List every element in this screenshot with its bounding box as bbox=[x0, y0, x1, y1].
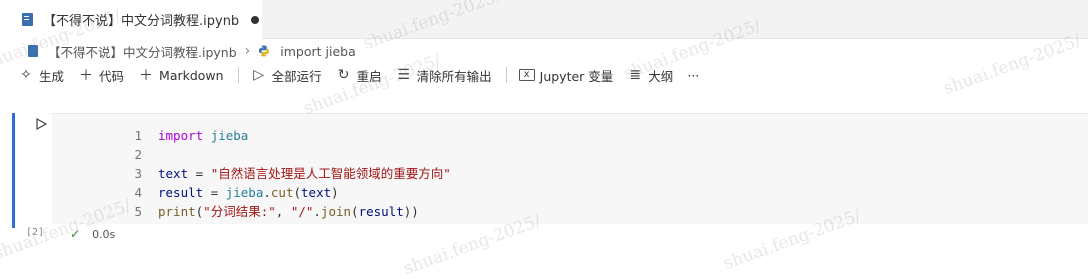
markdown-label: Markdown bbox=[159, 67, 224, 83]
execution-status: ✓ 0.0s bbox=[70, 227, 115, 241]
run-cell-button[interactable] bbox=[34, 117, 48, 131]
code-line[interactable]: 1 import jieba bbox=[102, 126, 451, 145]
execution-count: [2] bbox=[26, 227, 45, 238]
notebook-icon bbox=[28, 45, 38, 57]
tab-bar: 【不得不说】中文分词教程.ipynb bbox=[0, 0, 1088, 39]
code-token: = bbox=[188, 166, 211, 181]
add-markdown-button[interactable]: ＋ Markdown bbox=[138, 67, 224, 85]
code-line[interactable]: 3 text = "自然语言处理是人工智能领域的重要方向" bbox=[102, 164, 451, 183]
code-line[interactable]: 5 print("分词结果:", "/". join(result)) bbox=[102, 202, 451, 221]
more-actions-button[interactable]: ··· bbox=[687, 68, 699, 83]
code-lines[interactable]: 1 import jieba 2 3 text = "自然语言处理是人工智能领域的重要方… bbox=[102, 126, 451, 221]
code-token: text bbox=[301, 185, 332, 200]
generate-label: 生成 bbox=[39, 68, 65, 84]
notebook-toolbar: ✧ 生成 ＋ 代码 ＋ Markdown ▷ 全部运行 ↻ 重启 ☰ 清除所有输… bbox=[0, 63, 713, 87]
add-code-button[interactable]: ＋ 代码 bbox=[78, 66, 124, 85]
code-token: ( bbox=[195, 204, 204, 219]
code-token: jieba bbox=[210, 128, 249, 143]
check-icon: ✓ bbox=[70, 227, 81, 241]
code-token: = bbox=[203, 185, 226, 200]
cell-editor[interactable]: 1 import jieba 2 3 text = "自然语言处理是人工智能领域的重要方… bbox=[52, 113, 1088, 224]
code-token: join bbox=[320, 204, 352, 219]
clear-all-icon: ☰ bbox=[397, 67, 410, 83]
line-number: 1 bbox=[134, 128, 142, 143]
run-all-label: 全部运行 bbox=[271, 68, 322, 84]
code-token: )) bbox=[403, 204, 419, 219]
variables-icon: x bbox=[518, 69, 535, 81]
code-token: . bbox=[263, 185, 271, 200]
chevron-right-icon: › bbox=[244, 43, 251, 59]
outline-button[interactable]: ≣ 大纲 bbox=[627, 66, 673, 85]
code-token: ) bbox=[331, 185, 339, 200]
breadcrumb-cell[interactable]: import jieba bbox=[280, 44, 355, 59]
sparkle-icon: ✧ bbox=[20, 67, 32, 83]
line-number: 2 bbox=[134, 147, 142, 162]
code-token: text bbox=[158, 166, 189, 181]
execution-duration: 0.0s bbox=[92, 227, 116, 241]
python-icon bbox=[259, 45, 270, 57]
run-all-icon: ▷ bbox=[253, 67, 264, 83]
code-token: , bbox=[275, 204, 291, 219]
code-token: import bbox=[158, 128, 204, 143]
code-token: result bbox=[158, 185, 204, 200]
outline-label: 大纲 bbox=[648, 68, 674, 84]
watermark-text: shuai.feng-2025/ bbox=[940, 30, 1084, 100]
code-token: "/" bbox=[290, 204, 314, 219]
plus-icon: ＋ bbox=[139, 68, 154, 84]
code-line[interactable]: 4 result = jieba. cut(text) bbox=[102, 183, 451, 202]
list-icon: ≣ bbox=[629, 67, 642, 83]
tab-title: 【不得不说】中文分词教程.ipynb bbox=[43, 14, 240, 29]
more-icon: ··· bbox=[687, 67, 700, 83]
play-icon bbox=[35, 118, 47, 130]
code-token: jieba bbox=[225, 185, 264, 200]
variables-button[interactable]: x Jupyter 变量 bbox=[518, 66, 614, 85]
code-line[interactable]: 2 bbox=[102, 145, 451, 164]
code-token: result bbox=[358, 204, 404, 219]
restart-icon: ↻ bbox=[337, 67, 350, 83]
plus-icon: ＋ bbox=[79, 68, 94, 84]
clear-outputs-label: 清除所有输出 bbox=[416, 68, 492, 84]
breadcrumb-file[interactable]: 【不得不说】中文分词教程.ipynb bbox=[48, 42, 237, 61]
restart-button[interactable]: ↻ 重启 bbox=[336, 66, 382, 85]
run-all-button[interactable]: ▷ 全部运行 bbox=[251, 66, 322, 85]
unsaved-dot-icon[interactable] bbox=[251, 15, 260, 24]
code-label: 代码 bbox=[99, 68, 125, 84]
code-token: "分词结果:" bbox=[203, 204, 276, 219]
restart-label: 重启 bbox=[356, 68, 382, 84]
code-token: print bbox=[158, 204, 196, 219]
code-token: . bbox=[313, 204, 321, 219]
code-cell[interactable]: ⌄ 1import jieba23text = "自然语言处理是人工智能领域的重… bbox=[12, 113, 1088, 243]
line-number: 4 bbox=[134, 185, 142, 200]
cell-focus-indicator bbox=[12, 113, 15, 228]
toolbar-divider bbox=[237, 67, 239, 83]
notebook-icon bbox=[22, 13, 33, 26]
line-number: 3 bbox=[134, 166, 142, 181]
code-token: ( bbox=[293, 185, 302, 200]
generate-button[interactable]: ✧ 生成 bbox=[18, 66, 64, 85]
variables-label: Jupyter 变量 bbox=[539, 68, 614, 84]
breadcrumb: 【不得不说】中文分词教程.ipynb › import jieba bbox=[0, 40, 356, 62]
toolbar-divider bbox=[505, 67, 507, 83]
code-token: cut bbox=[270, 185, 294, 200]
tab-notebook[interactable]: 【不得不说】中文分词教程.ipynb bbox=[0, 0, 262, 39]
line-number: 5 bbox=[134, 204, 142, 219]
clear-outputs-button[interactable]: ☰ 清除所有输出 bbox=[396, 66, 492, 85]
code-token: ( bbox=[351, 204, 359, 219]
code-token: "自然语言处理是人工智能领域的重要方向" bbox=[210, 166, 451, 181]
